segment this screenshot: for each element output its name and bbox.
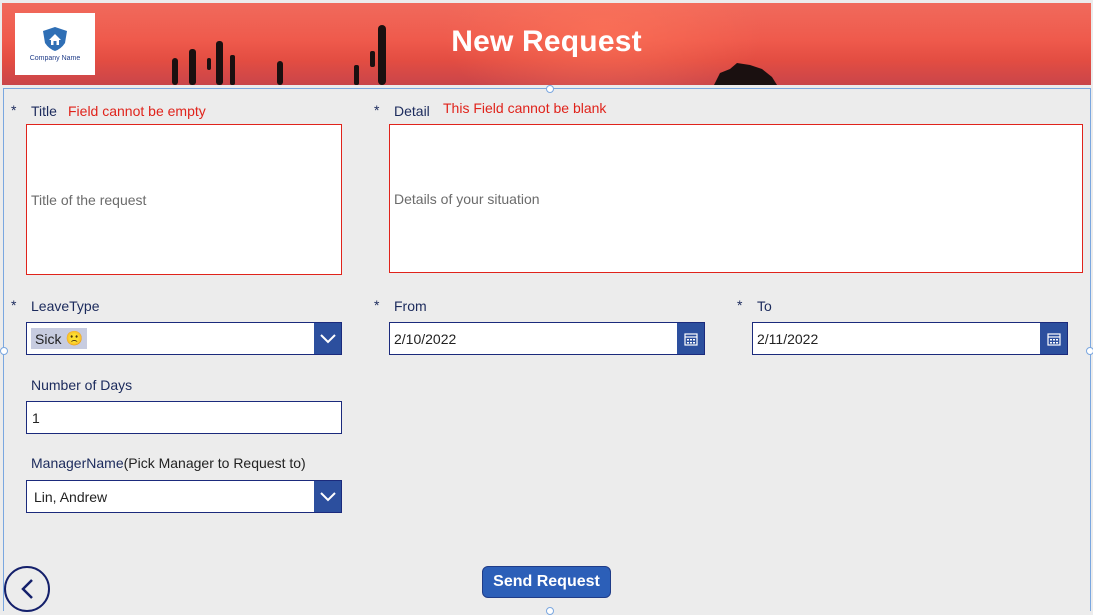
selection-handle (1086, 347, 1093, 355)
header-banner: Company Name New Request (2, 3, 1091, 85)
detail-input[interactable] (394, 188, 1082, 209)
detail-required-mark: * (374, 102, 380, 118)
leavetype-dropdown-button[interactable] (314, 323, 341, 354)
from-required-mark: * (374, 297, 380, 313)
sad-face-icon: 🙁 (65, 330, 83, 346)
back-button[interactable] (4, 566, 50, 612)
num-days-input[interactable]: 1 (26, 401, 342, 434)
to-required-mark: * (737, 297, 743, 313)
to-date-picker[interactable]: 2/11/2022 (752, 322, 1068, 355)
manager-label-hint: (Pick Manager to Request to) (123, 455, 306, 471)
leavetype-selected-value: Sick (35, 330, 62, 347)
selection-handle (546, 607, 554, 615)
leavetype-label: LeaveType (31, 298, 100, 314)
chevron-down-icon (319, 491, 336, 501)
calendar-icon (1046, 332, 1061, 346)
manager-dropdown-button[interactable] (314, 481, 341, 512)
leavetype-required-mark: * (11, 297, 17, 313)
detail-label: Detail (394, 103, 430, 119)
from-date-value: 2/10/2022 (394, 330, 457, 347)
send-request-button[interactable]: Send Request (482, 566, 611, 598)
detail-input-box[interactable] (389, 124, 1083, 273)
leavetype-selected-chip: Sick 🙁 (31, 328, 87, 349)
to-calendar-button[interactable] (1040, 323, 1067, 354)
calendar-icon (683, 332, 698, 346)
manager-label-text: ManagerName (31, 455, 124, 471)
title-label: Title (31, 103, 57, 119)
page-title: New Request (451, 25, 642, 58)
title-error: Field cannot be empty (68, 103, 206, 119)
detail-error: This Field cannot be blank (443, 100, 607, 116)
selection-handle (546, 85, 554, 93)
num-days-label: Number of Days (31, 377, 133, 393)
chevron-left-icon (21, 579, 33, 599)
title-input[interactable] (31, 189, 341, 210)
from-date-picker[interactable]: 2/10/2022 (389, 322, 705, 355)
to-date-value: 2/11/2022 (757, 330, 819, 347)
chevron-down-icon (319, 333, 336, 343)
leavetype-dropdown[interactable]: Sick 🙁 (26, 322, 342, 355)
title-required-mark: * (11, 102, 17, 118)
manager-label: ManagerName(Pick Manager to Request to) (31, 455, 306, 471)
selection-handle (0, 347, 8, 355)
title-input-box[interactable] (26, 124, 342, 275)
to-label: To (757, 298, 772, 314)
manager-dropdown[interactable]: Lin, Andrew (26, 480, 342, 513)
from-label: From (394, 298, 427, 314)
from-calendar-button[interactable] (677, 323, 704, 354)
num-days-value: 1 (32, 409, 40, 426)
manager-selected-value: Lin, Andrew (34, 488, 108, 505)
